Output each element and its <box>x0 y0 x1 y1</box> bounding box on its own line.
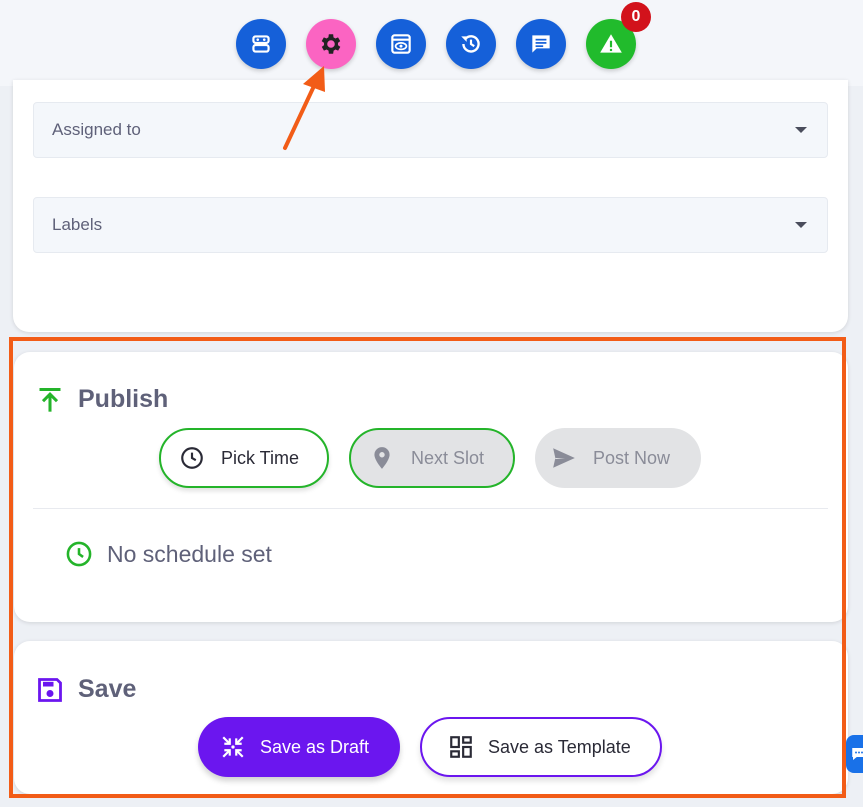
warning-icon <box>600 34 622 53</box>
labels-placeholder: Labels <box>52 215 103 234</box>
robot-icon <box>252 35 270 53</box>
preview-eye-icon <box>391 34 411 54</box>
preview-button[interactable] <box>376 19 426 69</box>
assigned-to-select[interactable]: Assigned to <box>33 102 828 158</box>
history-icon <box>461 35 480 53</box>
settings-button[interactable] <box>306 19 356 69</box>
comments-button[interactable] <box>516 19 566 69</box>
chevron-down-icon <box>795 222 807 228</box>
history-button[interactable] <box>446 19 496 69</box>
highlight-box <box>9 337 846 798</box>
gear-icon <box>321 34 341 54</box>
top-toolbar <box>0 0 863 86</box>
alert-count-badge: 0 <box>621 2 651 32</box>
chat-icon <box>852 748 863 760</box>
chat-launcher-button[interactable] <box>846 735 863 773</box>
comment-icon <box>532 35 550 53</box>
robot-button[interactable] <box>236 19 286 69</box>
chevron-down-icon <box>795 127 807 133</box>
labels-select[interactable]: Labels <box>33 197 828 253</box>
assigned-to-placeholder: Assigned to <box>52 120 141 139</box>
